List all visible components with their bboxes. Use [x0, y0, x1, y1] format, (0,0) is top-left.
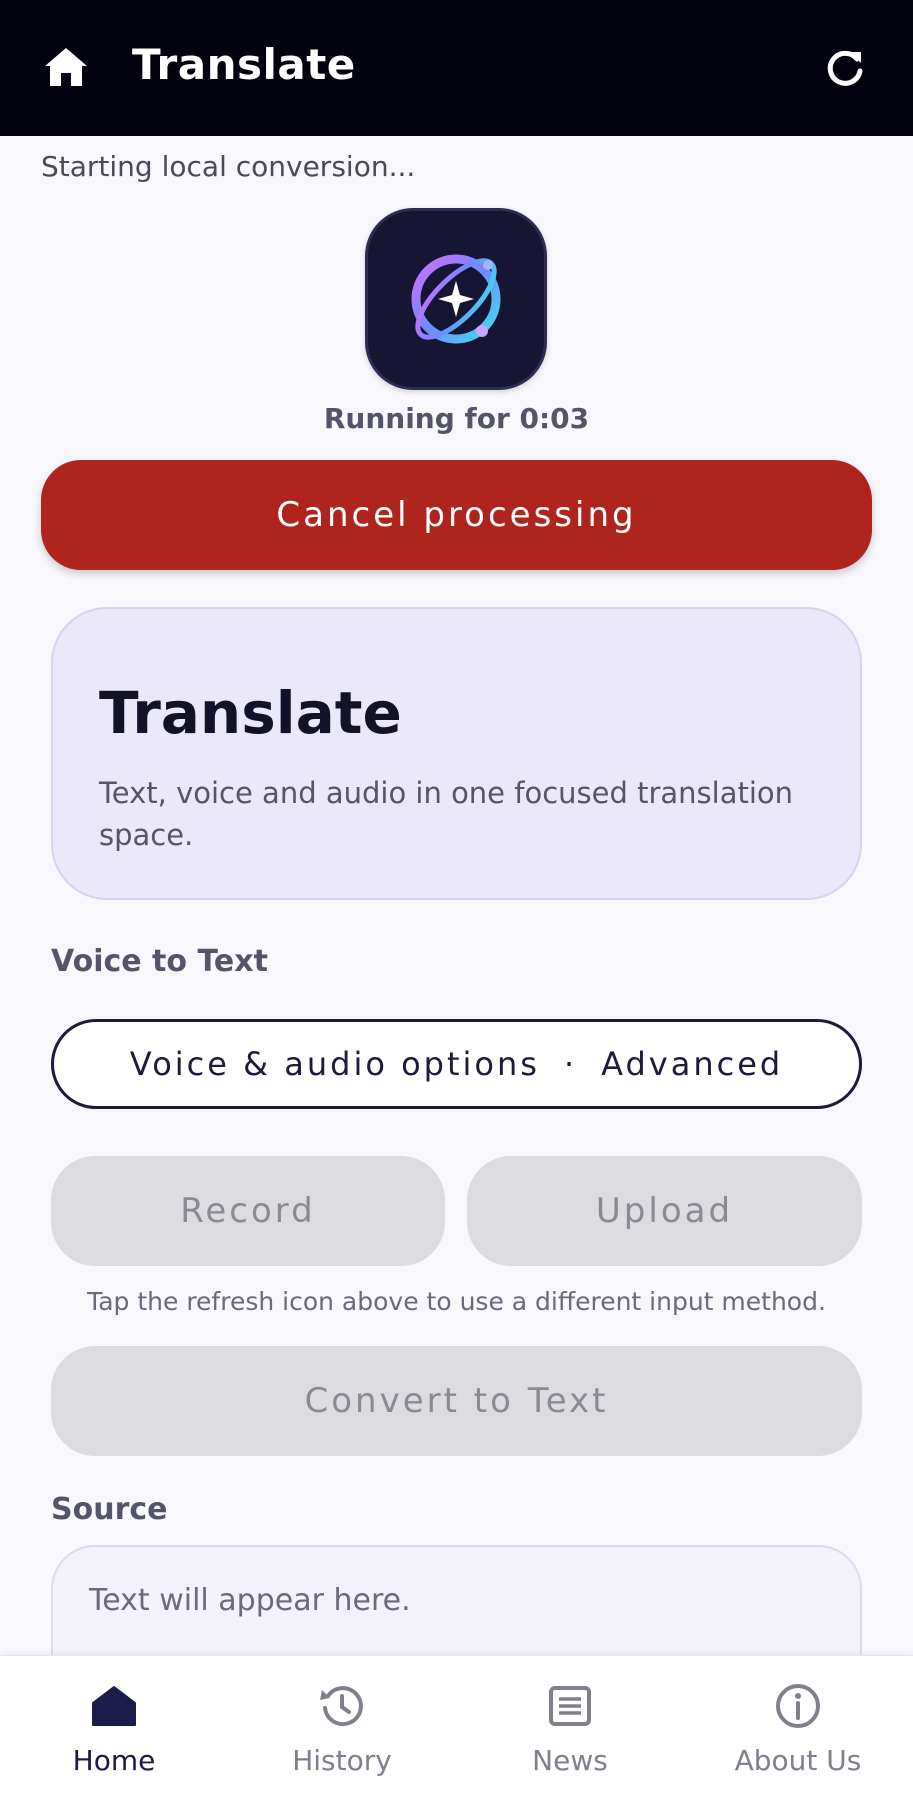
- home-button[interactable]: [40, 42, 92, 92]
- info-icon: [776, 1684, 820, 1728]
- nav-item-news[interactable]: News: [456, 1656, 684, 1796]
- home-icon: [92, 1686, 136, 1726]
- refresh-button[interactable]: [821, 44, 869, 92]
- running-timer: Running for 0:03: [323, 402, 590, 435]
- options-mode: Advanced: [601, 1045, 784, 1083]
- convert-to-text-button[interactable]: Convert to Text: [51, 1346, 862, 1456]
- input-method-hint: Tap the refresh icon above to use a diff…: [87, 1287, 826, 1316]
- source-placeholder: Text will appear here.: [89, 1583, 411, 1618]
- home-icon: [45, 48, 87, 86]
- voice-to-text-label: Voice to Text: [51, 944, 268, 979]
- news-icon: [549, 1686, 591, 1726]
- hero-card: Translate Text, voice and audio in one f…: [51, 607, 862, 900]
- top-app-bar: Translate: [0, 0, 913, 136]
- app-root: Translate Starting local conversion... R…: [0, 0, 913, 1796]
- record-button[interactable]: Record: [51, 1156, 445, 1266]
- history-icon: [320, 1686, 363, 1727]
- orbit-logo-icon: [411, 254, 501, 344]
- bottom-navigation: Home History News About Us: [0, 1655, 913, 1796]
- status-message: Starting local conversion...: [41, 150, 416, 183]
- nav-item-home[interactable]: Home: [0, 1656, 228, 1796]
- app-logo: [365, 208, 547, 390]
- nav-label-home: Home: [72, 1744, 156, 1777]
- options-label: Voice & audio options: [129, 1045, 540, 1083]
- hero-subtitle: Text, voice and audio in one focused tra…: [99, 776, 794, 852]
- nav-item-about-us[interactable]: About Us: [684, 1656, 912, 1796]
- app-bar-title: Translate: [132, 40, 356, 89]
- source-label: Source: [51, 1492, 168, 1527]
- nav-label-about-us: About Us: [734, 1744, 862, 1777]
- nav-label-history: History: [292, 1744, 392, 1777]
- nav-label-news: News: [532, 1744, 608, 1777]
- voice-audio-options-button[interactable]: Voice & audio options · Advanced: [51, 1019, 862, 1109]
- cancel-processing-button[interactable]: Cancel processing: [41, 460, 872, 570]
- upload-button[interactable]: Upload: [467, 1156, 862, 1266]
- options-separator: ·: [563, 1045, 578, 1083]
- refresh-icon: [827, 50, 863, 86]
- hero-title: Translate: [99, 679, 402, 747]
- nav-item-history[interactable]: History: [228, 1656, 456, 1796]
